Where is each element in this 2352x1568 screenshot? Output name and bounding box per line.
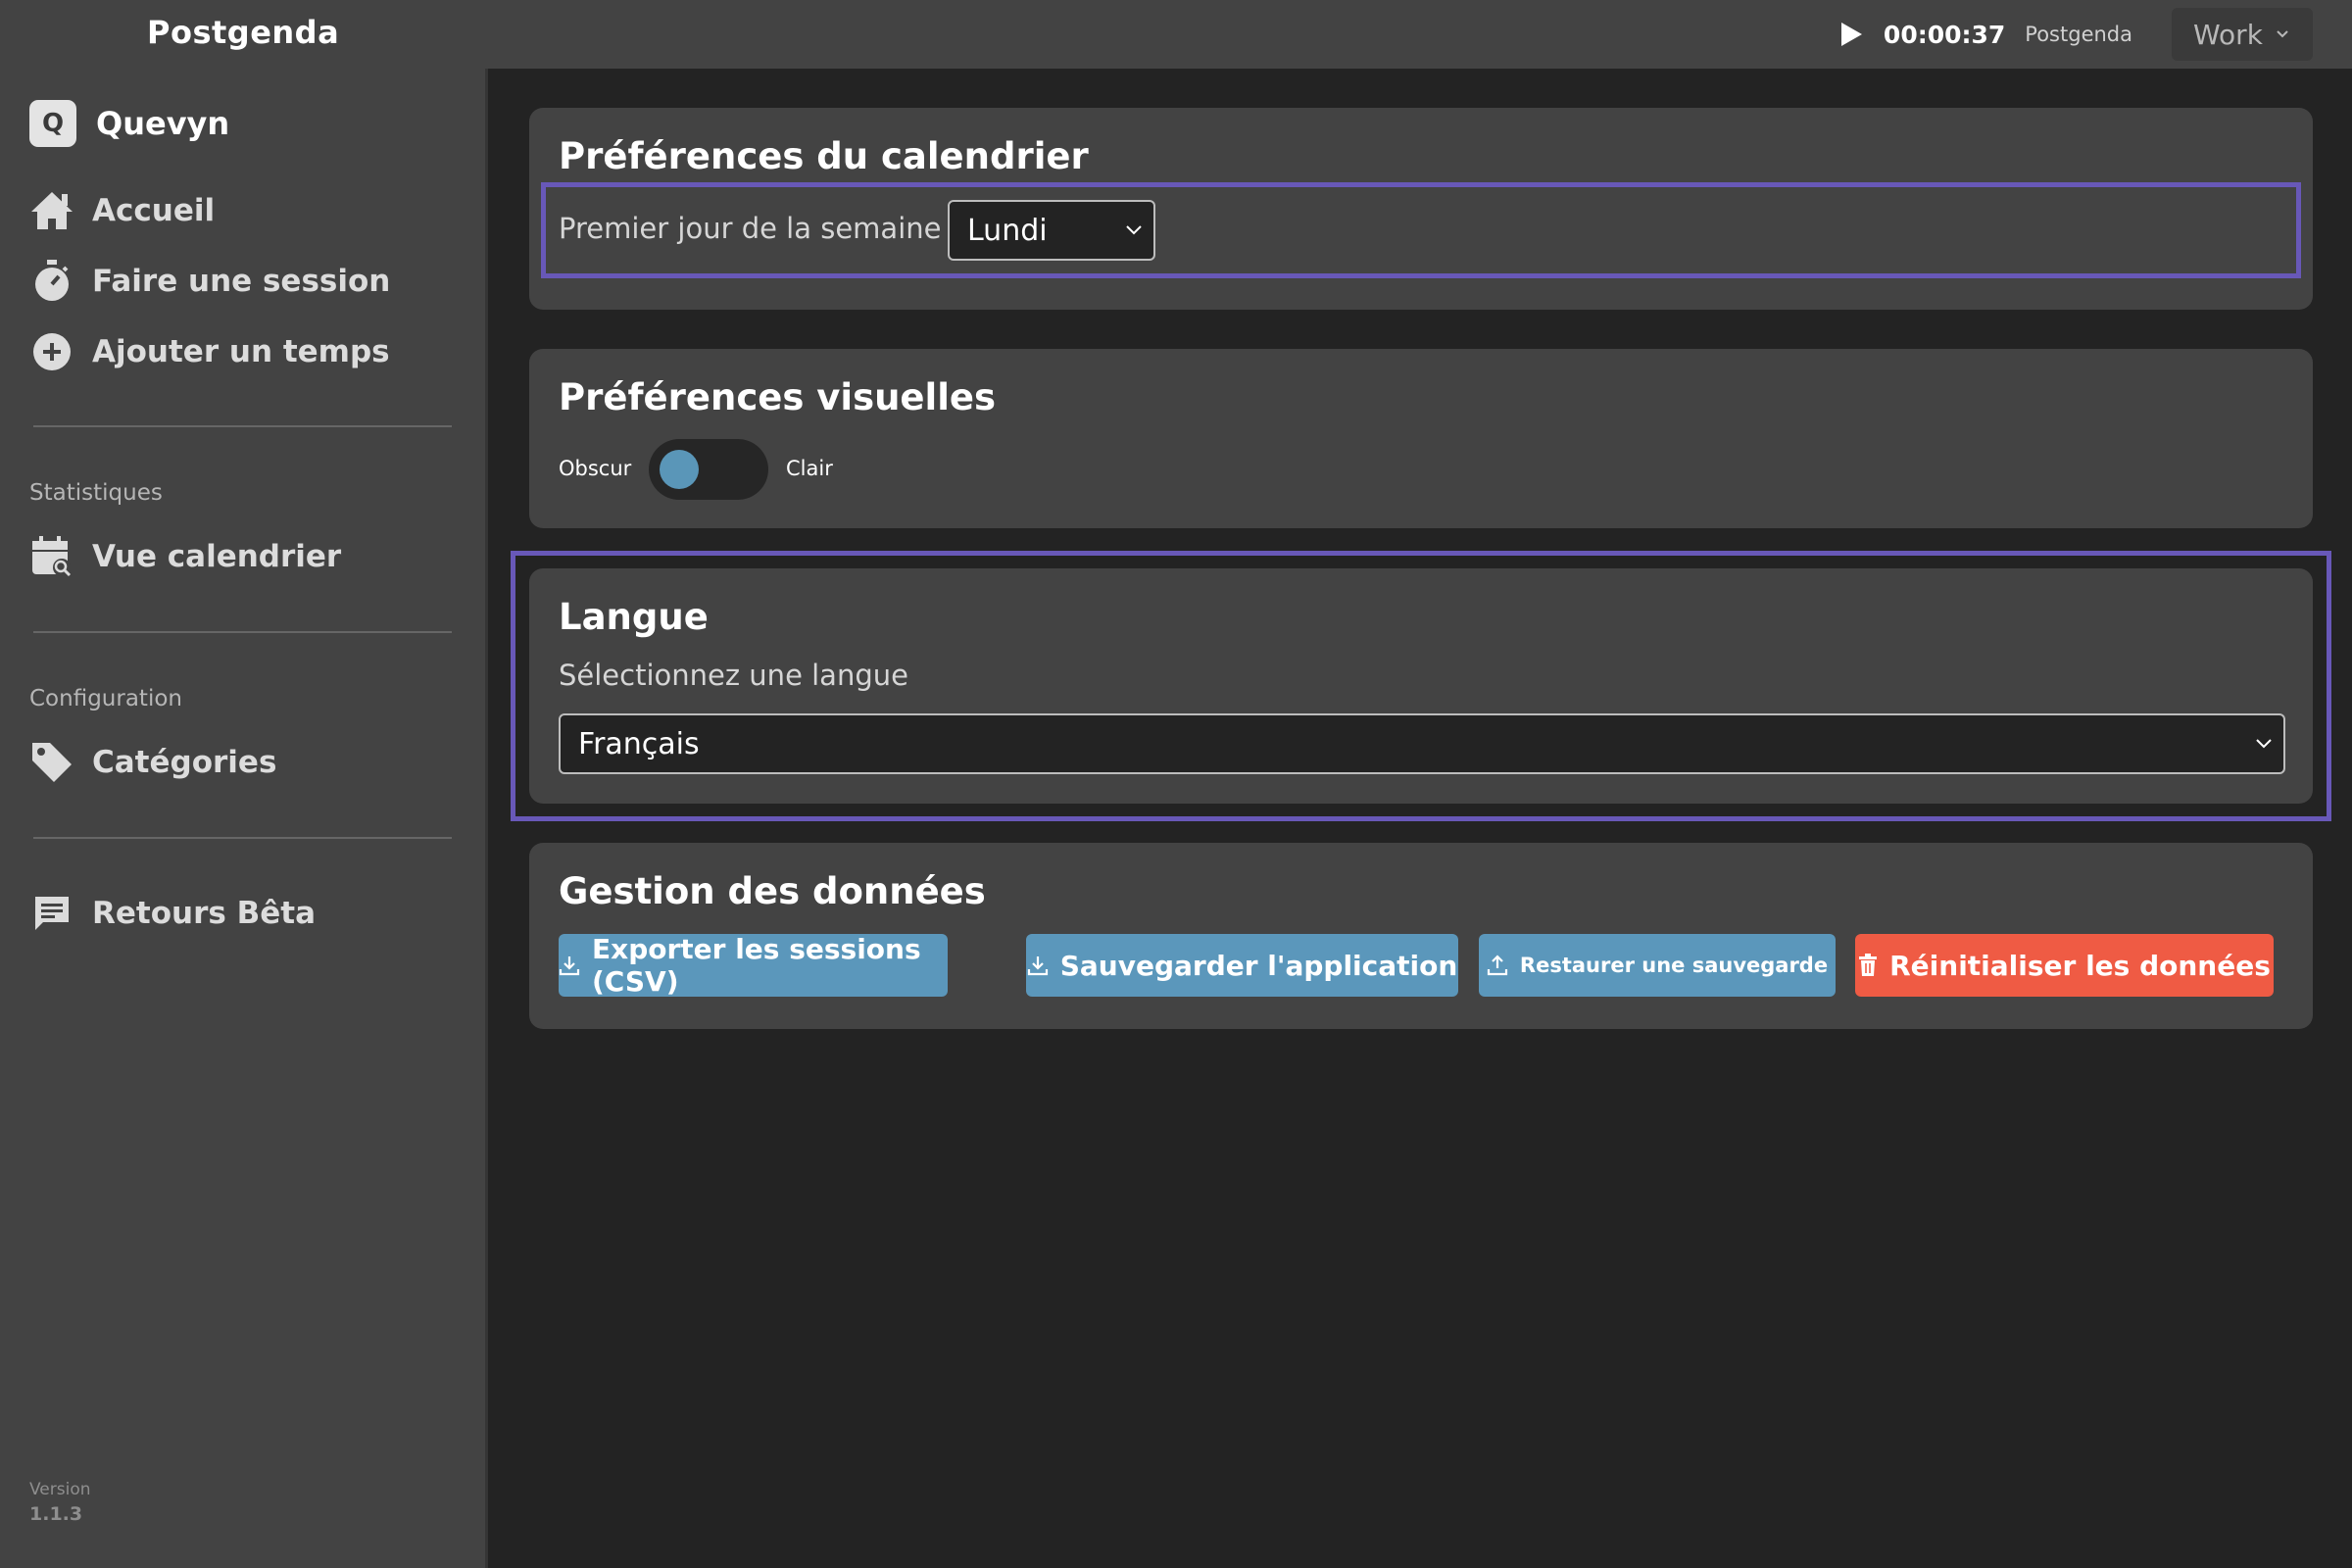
- backup-app-label: Sauvegarder l'application: [1059, 949, 1458, 982]
- language-card: Langue Sélectionnez une langue Français: [529, 568, 2313, 804]
- sidebar-item-label: Vue calendrier: [92, 539, 342, 574]
- chevron-down-icon: [1126, 225, 1142, 235]
- sidebar-item-label: Faire une session: [92, 264, 391, 299]
- chevron-down-icon: [2277, 30, 2288, 38]
- brand-name: Quevyn: [96, 105, 230, 142]
- sidebar-item-label: Catégories: [92, 745, 277, 780]
- visual-preferences-title: Préférences visuelles: [559, 376, 997, 418]
- export-csv-button[interactable]: Exporter les sessions (CSV): [559, 933, 948, 998]
- reset-data-button[interactable]: Réinitialiser les données: [1855, 934, 2274, 997]
- first-day-select-value: Lundi: [967, 213, 1048, 248]
- first-day-select[interactable]: Lundi: [948, 200, 1155, 261]
- chevron-down-icon: [2256, 739, 2272, 749]
- sidebar-item-home[interactable]: Accueil: [29, 188, 215, 233]
- download-icon: [559, 956, 580, 976]
- language-select[interactable]: Français: [559, 713, 2285, 774]
- data-management-card: Gestion des données Exporter les session…: [529, 843, 2313, 1029]
- calendar-search-icon: [29, 534, 74, 579]
- sidebar-item-calendar[interactable]: Vue calendrier: [29, 534, 341, 579]
- top-bar: Postgenda 00:00:37 Postgenda Work: [0, 0, 2352, 69]
- reset-data-label: Réinitialiser les données: [1889, 949, 2271, 982]
- brand-logo: Q: [29, 100, 76, 147]
- language-title: Langue: [559, 596, 709, 638]
- sidebar-item-session[interactable]: Faire une session: [29, 259, 390, 304]
- export-csv-label: Exporter les sessions (CSV): [592, 933, 921, 998]
- sidebar-item-feedback[interactable]: Retours Bêta: [29, 891, 316, 936]
- language-select-label: Sélectionnez une langue: [559, 659, 908, 692]
- data-management-title: Gestion des données: [559, 870, 986, 912]
- category-select-value: Work: [2193, 18, 2263, 51]
- trash-icon: [1859, 954, 1878, 976]
- first-day-label: Premier jour de la semaine: [559, 212, 942, 245]
- calendar-preferences-title: Préférences du calendrier: [559, 135, 1089, 177]
- language-select-value: Français: [578, 726, 700, 761]
- backup-app-button[interactable]: Sauvegarder l'application: [1026, 934, 1458, 997]
- section-label-stats: Statistiques: [29, 480, 163, 506]
- theme-toggle-knob: [660, 450, 699, 489]
- sidebar-item-label: Retours Bêta: [92, 896, 317, 931]
- download-icon: [1027, 956, 1048, 976]
- timer-project: Postgenda: [2025, 23, 2132, 46]
- category-select[interactable]: Work: [2172, 8, 2313, 61]
- sidebar-item-label: Ajouter un temps: [92, 334, 390, 369]
- sidebar-item-categories[interactable]: Catégories: [29, 740, 276, 785]
- timer-elapsed: 00:00:37: [1883, 20, 2006, 49]
- app-title: Postgenda: [147, 14, 340, 51]
- sidebar-item-label: Accueil: [92, 193, 216, 228]
- version-value: 1.1.3: [29, 1503, 83, 1525]
- visual-preferences-card: Préférences visuelles Obscur Clair: [529, 349, 2313, 528]
- calendar-preferences-card: Préférences du calendrier Premier jour d…: [529, 108, 2313, 310]
- sidebar-divider: [33, 425, 452, 427]
- restore-backup-label: Restaurer une sauvegarde: [1519, 954, 1829, 977]
- stopwatch-icon: [29, 259, 74, 304]
- theme-light-label: Clair: [786, 457, 833, 480]
- section-label-config: Configuration: [29, 686, 182, 711]
- home-icon: [29, 188, 74, 233]
- version-label: Version: [29, 1480, 91, 1499]
- sidebar-divider: [33, 837, 452, 839]
- timer-area: 00:00:37 Postgenda Work: [1838, 0, 2313, 69]
- sidebar-item-add-time[interactable]: Ajouter un temps: [29, 329, 390, 374]
- play-icon[interactable]: [1838, 22, 1864, 47]
- brand[interactable]: Q Quevyn: [29, 100, 229, 147]
- sidebar: Q Quevyn Accueil Faire une session Ajout…: [0, 69, 488, 1568]
- restore-backup-button[interactable]: Restaurer une sauvegarde: [1479, 934, 1836, 997]
- theme-toggle[interactable]: [649, 439, 768, 500]
- sidebar-divider: [33, 631, 452, 633]
- plus-circle-icon: [29, 329, 74, 374]
- upload-icon: [1487, 955, 1508, 976]
- message-icon: [29, 891, 74, 936]
- theme-dark-label: Obscur: [559, 457, 632, 480]
- tag-icon: [29, 740, 74, 785]
